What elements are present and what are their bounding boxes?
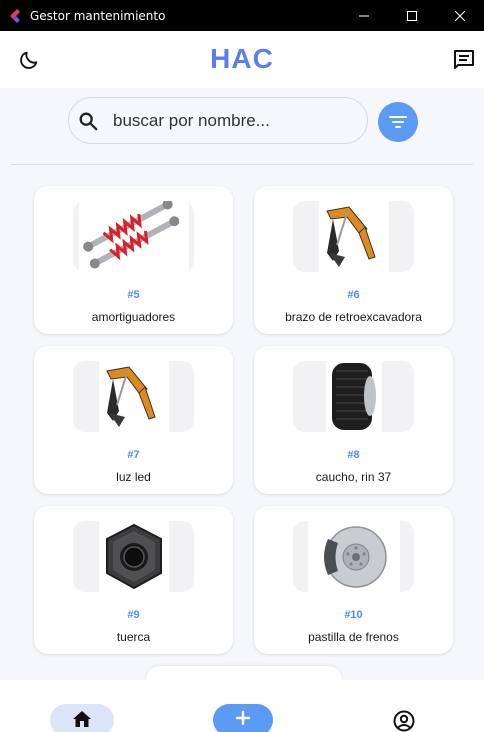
- item-name: luz led: [116, 470, 151, 484]
- item-name: caucho, rin 37: [315, 470, 392, 484]
- item-id: #8: [347, 449, 360, 461]
- account-icon[interactable]: [393, 710, 415, 732]
- nav-home-button[interactable]: [50, 704, 114, 732]
- close-button[interactable]: [436, 0, 484, 31]
- item-card[interactable]: #5 amortiguadores: [34, 186, 233, 334]
- item-card[interactable]: #6 brazo de retroexcavadora: [254, 186, 453, 334]
- item-card[interactable]: #8 caucho, rin 37: [254, 346, 453, 494]
- shock-absorbers-image: [78, 201, 189, 272]
- divider: [11, 164, 473, 165]
- chat-icon[interactable]: [452, 48, 476, 72]
- maximize-button[interactable]: [388, 0, 436, 31]
- item-id: #7: [127, 449, 140, 461]
- app-header: HAC: [0, 31, 484, 88]
- filter-button[interactable]: [378, 102, 418, 142]
- item-name: amortiguadores: [91, 310, 176, 324]
- minimize-button[interactable]: [340, 0, 388, 31]
- item-id: #6: [347, 289, 360, 301]
- bottom-navigation: [0, 680, 484, 732]
- minimize-icon: [359, 15, 369, 16]
- item-id: #9: [127, 609, 140, 621]
- item-id: #5: [127, 289, 140, 301]
- hex-nut-image: [98, 521, 169, 592]
- item-image: [293, 361, 414, 432]
- brand-logo: HAC: [0, 43, 484, 75]
- maximize-icon: [407, 10, 417, 21]
- item-name: tuerca: [116, 630, 151, 644]
- search-input[interactable]: [113, 110, 343, 131]
- nav-add-button[interactable]: [213, 704, 273, 732]
- item-card-partial[interactable]: [146, 666, 342, 680]
- tire-image: [325, 361, 382, 432]
- item-card[interactable]: #10 pastilla de frenos: [254, 506, 453, 654]
- item-image: [73, 201, 194, 272]
- search-bar[interactable]: [68, 97, 368, 144]
- home-icon: [73, 711, 91, 727]
- flutter-app-icon: [10, 8, 20, 23]
- item-name: pastilla de frenos: [308, 630, 399, 644]
- search-icon: [79, 112, 98, 130]
- item-card[interactable]: #7 luz led: [34, 346, 233, 494]
- item-image: [293, 201, 414, 272]
- filter-icon: [389, 116, 407, 128]
- item-image: [73, 361, 194, 432]
- window-title: Gestor mantenimiento: [30, 8, 166, 23]
- item-card[interactable]: #9 tuerca: [34, 506, 233, 654]
- plus-icon: [235, 710, 251, 726]
- excavator-arm-image: [98, 361, 169, 432]
- window-titlebar: Gestor mantenimiento: [0, 0, 484, 31]
- item-image: [293, 521, 414, 592]
- brake-disc-image: [307, 521, 400, 592]
- item-image: [73, 521, 194, 592]
- excavator-arm-image: [318, 201, 389, 272]
- item-id: #10: [344, 609, 363, 621]
- main-content: #5 amortiguadores #6 brazo de retroexcav…: [0, 88, 484, 680]
- item-name: brazo de retroexcavadora: [285, 310, 422, 324]
- close-icon: [455, 10, 465, 21]
